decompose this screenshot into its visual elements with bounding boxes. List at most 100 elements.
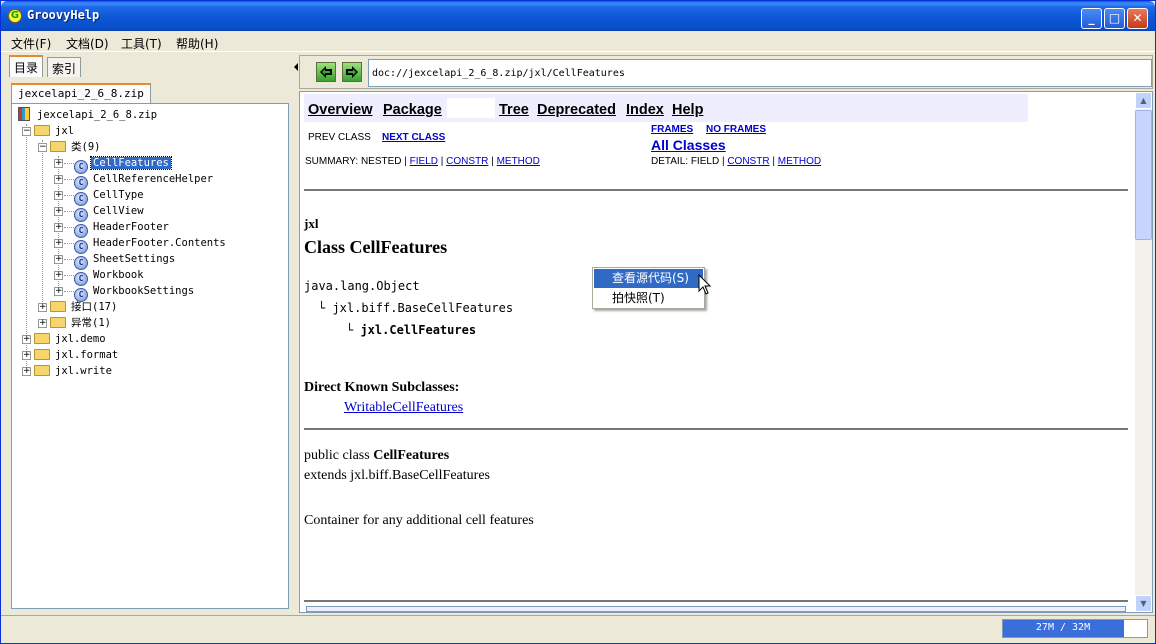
expand-toggle[interactable]: + bbox=[54, 271, 63, 280]
forward-button[interactable] bbox=[342, 62, 362, 82]
menu-tools[interactable]: 工具(T) bbox=[121, 35, 162, 52]
tree-guide bbox=[64, 291, 74, 292]
expand-toggle[interactable]: + bbox=[38, 303, 47, 312]
tree-guide bbox=[64, 259, 74, 260]
folder-icon bbox=[50, 301, 66, 312]
summary-method-link[interactable]: METHOD bbox=[497, 156, 540, 167]
tree-guide bbox=[64, 243, 74, 244]
maximize-button[interactable]: □ bbox=[1104, 8, 1125, 29]
memory-indicator[interactable]: 27M / 32M bbox=[1002, 619, 1148, 638]
status-bar: 27M / 32M bbox=[1, 615, 1155, 643]
expand-toggle[interactable]: + bbox=[54, 191, 63, 200]
detail-method-link[interactable]: METHOD bbox=[778, 156, 821, 167]
document-pane: doc://jexcelapi_2_6_8.zip/jxl/CellFeatur… bbox=[299, 55, 1153, 613]
vertical-scrollbar[interactable]: ▲ ▼ bbox=[1135, 92, 1152, 612]
frames-link[interactable]: FRAMES bbox=[651, 124, 693, 135]
tree-node-class[interactable]: C CellFeatures bbox=[74, 155, 172, 174]
tab-contents[interactable]: 目录 bbox=[9, 55, 44, 77]
minimize-button[interactable]: _ bbox=[1081, 8, 1102, 29]
tree-node-package[interactable]: jxl.demo bbox=[34, 331, 108, 347]
menu-help[interactable]: 帮助(H) bbox=[176, 35, 218, 52]
tree-guide bbox=[64, 179, 74, 180]
menu-take-snapshot[interactable]: 拍快照(T) bbox=[594, 289, 703, 308]
tree-node-package[interactable]: jxl.format bbox=[34, 347, 120, 363]
address-toolbar: doc://jexcelapi_2_6_8.zip/jxl/CellFeatur… bbox=[299, 55, 1153, 89]
detail-nav: DETAIL: FIELD | CONSTR | METHOD bbox=[651, 156, 821, 167]
package-icon bbox=[34, 349, 50, 360]
scroll-thumb[interactable] bbox=[1135, 110, 1152, 240]
package-icon bbox=[34, 333, 50, 344]
scroll-up-button[interactable]: ▲ bbox=[1135, 92, 1152, 109]
tree-node-class[interactable]: C CellType bbox=[74, 187, 146, 206]
tree-node-class[interactable]: C CellView bbox=[74, 203, 146, 222]
all-classes-link[interactable]: All Classes bbox=[651, 137, 726, 153]
class-declaration: public class CellFeatures bbox=[304, 448, 450, 463]
expand-toggle[interactable]: + bbox=[54, 207, 63, 216]
title-bar[interactable]: G GroovyHelp _ □ ✕ bbox=[1, 1, 1155, 31]
nav-deprecated-link[interactable]: Deprecated bbox=[537, 102, 616, 118]
extends-line: extends jxl.biff.BaseCellFeatures bbox=[304, 468, 490, 483]
memory-usage-text: 27M / 32M bbox=[1035, 622, 1091, 633]
expand-toggle[interactable]: + bbox=[54, 255, 63, 264]
tree-node-jxl[interactable]: jxl bbox=[34, 123, 76, 139]
nav-package-link[interactable]: Package bbox=[383, 102, 442, 118]
expand-toggle[interactable]: + bbox=[22, 367, 31, 376]
menu-view-source[interactable]: 查看源代码(S) bbox=[594, 269, 703, 288]
expand-toggle[interactable]: + bbox=[54, 175, 63, 184]
tree-guide bbox=[64, 163, 74, 164]
expand-toggle[interactable]: + bbox=[54, 287, 63, 296]
collapse-toggle[interactable]: − bbox=[22, 127, 31, 136]
nav-index-link[interactable]: Index bbox=[626, 102, 664, 118]
zip-archive-icon bbox=[18, 107, 30, 121]
menu-file[interactable]: 文件(F) bbox=[11, 35, 51, 52]
tree-node-classes-folder[interactable]: 类(9) bbox=[50, 139, 102, 155]
divider bbox=[304, 428, 1128, 430]
expand-toggle[interactable]: + bbox=[38, 319, 47, 328]
address-field[interactable]: doc://jexcelapi_2_6_8.zip/jxl/CellFeatur… bbox=[368, 59, 1152, 87]
summary-field-link[interactable]: FIELD bbox=[410, 156, 438, 167]
nav-tree-link[interactable]: Tree bbox=[499, 102, 529, 118]
nav-class-cell bbox=[447, 98, 495, 118]
tree-node-class[interactable]: C Workbook bbox=[74, 267, 146, 286]
arrow-right-icon bbox=[346, 66, 358, 78]
tree-node-class[interactable]: C WorkbookSettings bbox=[74, 283, 196, 302]
expand-toggle[interactable]: + bbox=[22, 335, 31, 344]
expand-toggle[interactable]: + bbox=[54, 223, 63, 232]
expand-toggle[interactable]: + bbox=[54, 159, 63, 168]
nav-overview-link[interactable]: Overview bbox=[308, 102, 373, 118]
tab-index[interactable]: 索引 bbox=[47, 57, 82, 77]
tree-node-interfaces-folder[interactable]: 接口(17) bbox=[50, 299, 119, 315]
detail-constr-link[interactable]: CONSTR bbox=[727, 156, 769, 167]
contents-tree[interactable]: jexcelapi_2_6_8.zip − jxl − 类(9) + C Cell… bbox=[11, 103, 289, 609]
javadoc-navbar: Overview Package Tree Deprecated Index H… bbox=[304, 94, 1028, 122]
back-button[interactable] bbox=[316, 62, 336, 82]
tree-node-package[interactable]: jxl.write bbox=[34, 363, 114, 379]
nav-help-link[interactable]: Help bbox=[672, 102, 703, 118]
scroll-down-button[interactable]: ▼ bbox=[1135, 595, 1152, 612]
divider bbox=[304, 189, 1128, 191]
subclass-link[interactable]: WritableCellFeatures bbox=[344, 400, 463, 416]
tree-node-class[interactable]: C HeaderFooter.Contents bbox=[74, 235, 228, 254]
menu-document[interactable]: 文档(D) bbox=[66, 35, 109, 52]
next-class-link[interactable]: NEXT CLASS bbox=[382, 132, 445, 143]
tab-jexcelapi-zip[interactable]: jexcelapi_2_6_8.zip bbox=[11, 83, 151, 103]
nav-separator: | bbox=[491, 156, 494, 167]
tree-guide bbox=[42, 140, 43, 312]
class-title: Class CellFeatures bbox=[304, 237, 448, 257]
expand-toggle[interactable]: + bbox=[54, 239, 63, 248]
no-frames-link[interactable]: NO FRAMES bbox=[706, 124, 766, 135]
tree-node-class[interactable]: C HeaderFooter bbox=[74, 219, 171, 238]
tree-node-exceptions-folder[interactable]: 异常(1) bbox=[50, 315, 113, 331]
folder-icon bbox=[50, 317, 66, 328]
close-button[interactable]: ✕ bbox=[1127, 8, 1148, 29]
summary-constr-link[interactable]: CONSTR bbox=[446, 156, 488, 167]
navigation-pane: 目录 索引 jexcelapi_2_6_8.zip jexcelapi_2_6_… bbox=[5, 55, 293, 613]
collapse-toggle[interactable]: − bbox=[38, 143, 47, 152]
tree-node-class[interactable]: C SheetSettings bbox=[74, 251, 177, 270]
tree-node-root[interactable]: jexcelapi_2_6_8.zip bbox=[18, 107, 159, 123]
tree-node-class[interactable]: C CellReferenceHelper bbox=[74, 171, 215, 190]
expand-toggle[interactable]: + bbox=[22, 351, 31, 360]
package-name: jxl bbox=[304, 216, 319, 231]
mouse-cursor-icon bbox=[698, 274, 712, 295]
tree-guide bbox=[64, 227, 74, 228]
